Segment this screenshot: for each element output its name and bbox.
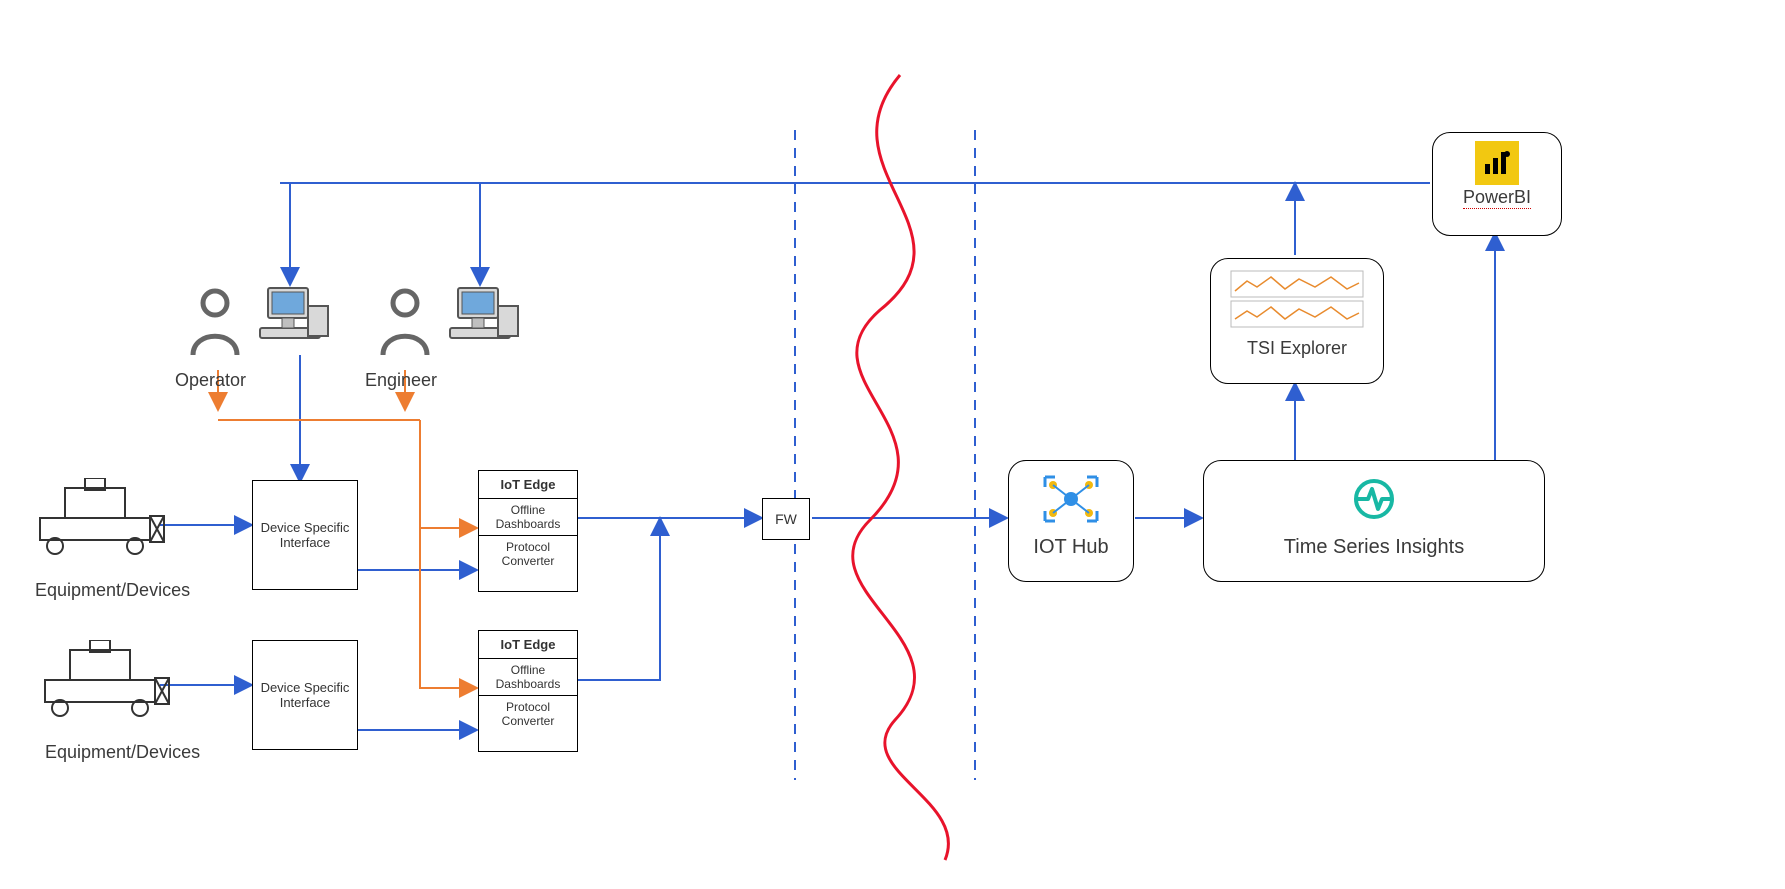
equipment-icon-1 bbox=[35, 478, 165, 563]
operator-person-icon bbox=[185, 285, 245, 370]
tsi-icon bbox=[1204, 461, 1544, 532]
iot-edge-2-offline-dashboards: Offline Dashboards bbox=[479, 658, 577, 695]
iot-hub-node: IOT Hub bbox=[1008, 460, 1134, 582]
equipment-icon-2 bbox=[40, 640, 170, 725]
architecture-diagram: Operator Engineer Equipment/Devices Equi… bbox=[0, 0, 1785, 889]
engineer-workstation-icon bbox=[448, 282, 520, 359]
powerbi-label: PowerBI bbox=[1463, 187, 1531, 209]
device-specific-interface-1: Device Specific Interface bbox=[252, 480, 358, 590]
powerbi-node: PowerBI bbox=[1432, 132, 1562, 236]
iot-edge-1-title: IoT Edge bbox=[479, 471, 577, 498]
engineer-label: Engineer bbox=[365, 370, 437, 391]
operator-workstation-icon bbox=[258, 282, 330, 359]
iot-edge-2: IoT Edge Offline Dashboards Protocol Con… bbox=[478, 630, 578, 752]
iot-edge-1-protocol-converter: Protocol Converter bbox=[479, 535, 577, 572]
firewall-node: FW bbox=[762, 498, 810, 540]
iot-hub-icon bbox=[1009, 461, 1133, 530]
iot-hub-label: IOT Hub bbox=[1009, 536, 1133, 559]
powerbi-icon bbox=[1475, 141, 1519, 185]
tsi-explorer-label: TSI Explorer bbox=[1211, 338, 1383, 359]
iot-edge-1: IoT Edge Offline Dashboards Protocol Con… bbox=[478, 470, 578, 592]
tsi-explorer-node: TSI Explorer bbox=[1210, 258, 1384, 384]
iot-edge-1-offline-dashboards: Offline Dashboards bbox=[479, 498, 577, 535]
engineer-person-icon bbox=[375, 285, 435, 370]
device-specific-interface-2: Device Specific Interface bbox=[252, 640, 358, 750]
dsi-1-label: Device Specific Interface bbox=[257, 520, 353, 550]
time-series-insights-node: Time Series Insights bbox=[1203, 460, 1545, 582]
tsi-label: Time Series Insights bbox=[1204, 536, 1544, 559]
equipment-label-2: Equipment/Devices bbox=[45, 742, 200, 763]
operator-label: Operator bbox=[175, 370, 246, 391]
dsi-2-label: Device Specific Interface bbox=[257, 680, 353, 710]
tsi-explorer-icon bbox=[1211, 259, 1383, 336]
iot-edge-2-title: IoT Edge bbox=[479, 631, 577, 658]
iot-edge-2-protocol-converter: Protocol Converter bbox=[479, 695, 577, 732]
equipment-label-1: Equipment/Devices bbox=[35, 580, 190, 601]
firewall-label: FW bbox=[775, 511, 797, 527]
